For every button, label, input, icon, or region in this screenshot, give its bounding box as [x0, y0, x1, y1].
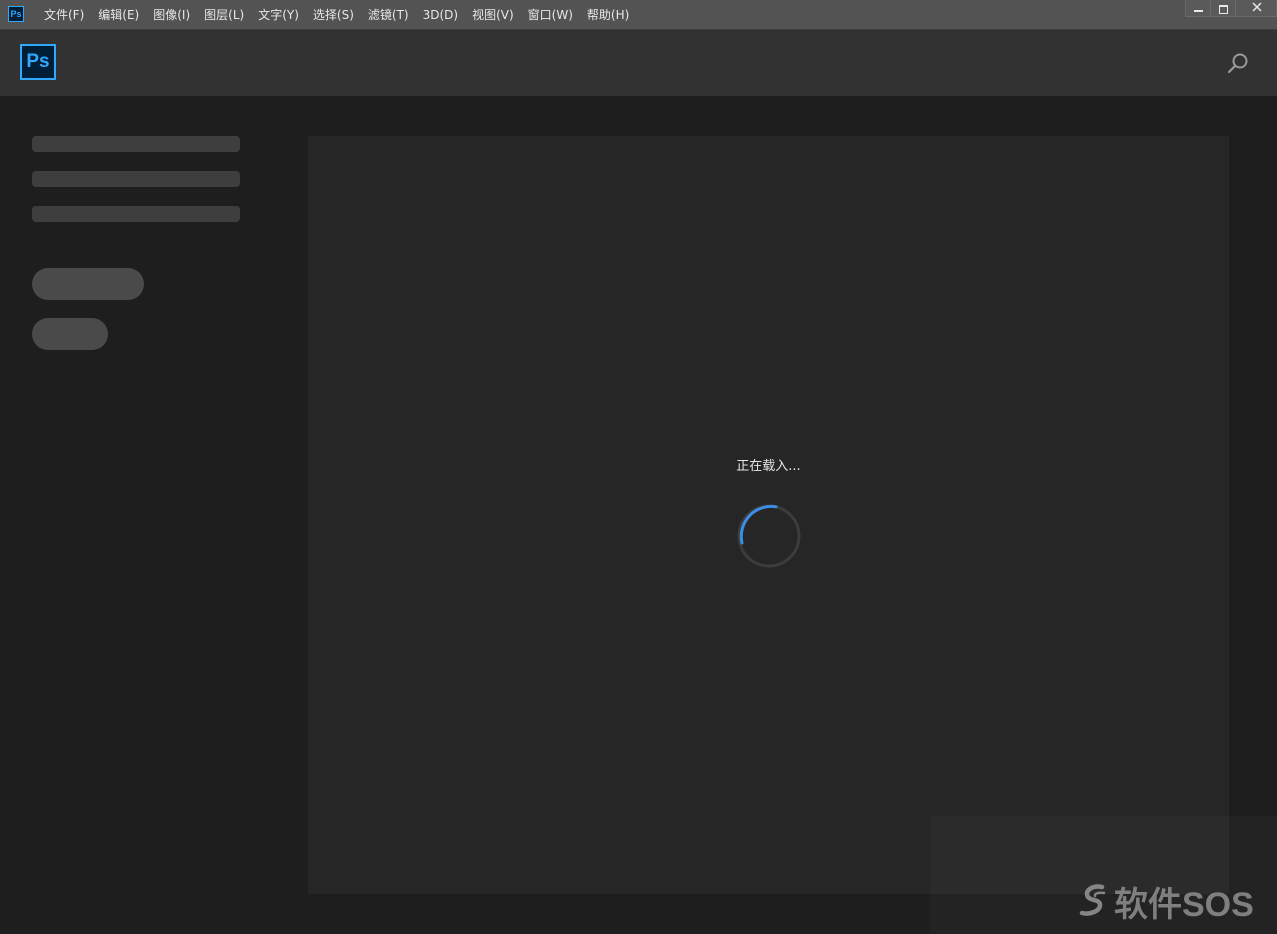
photoshop-logo: Ps [20, 44, 56, 80]
menu-item-help[interactable]: 帮助(H) [580, 0, 636, 30]
menu-item-image[interactable]: 图像(I) [146, 0, 197, 30]
menu-bar: Ps 文件(F) 编辑(E) 图像(I) 图层(L) 文字(Y) 选择(S) 滤… [0, 0, 1277, 30]
sidebar-placeholder-line [32, 136, 240, 152]
menu-item-type[interactable]: 文字(Y) [251, 0, 306, 30]
watermark-logo-icon [1079, 884, 1106, 916]
loading-text: 正在载入... [736, 459, 801, 474]
loading-spinner-icon [737, 504, 801, 568]
menu-item-file[interactable]: 文件(F) [37, 0, 91, 30]
watermark-text: 软件SOS [1114, 885, 1254, 924]
menu-item-3d[interactable]: 3D(D) [416, 0, 465, 30]
watermark: 软件SOS [1078, 880, 1254, 924]
window-controls [1185, 0, 1277, 17]
main-content-panel: 正在载入... [308, 136, 1229, 894]
menu-item-layer[interactable]: 图层(L) [197, 0, 251, 30]
menu-item-edit[interactable]: 编辑(E) [91, 0, 146, 30]
sidebar-placeholder-button [32, 268, 144, 300]
menu-item-view[interactable]: 视图(V) [465, 0, 521, 30]
home-header: Ps [0, 30, 1277, 96]
menu-item-window[interactable]: 窗口(W) [521, 0, 580, 30]
minimize-button[interactable] [1185, 0, 1211, 17]
maximize-button[interactable] [1210, 0, 1236, 17]
menu-item-filter[interactable]: 滤镜(T) [361, 0, 416, 30]
menu-item-select[interactable]: 选择(S) [306, 0, 361, 30]
menu-items: 文件(F) 编辑(E) 图像(I) 图层(L) 文字(Y) 选择(S) 滤镜(T… [37, 0, 636, 30]
search-icon[interactable] [1226, 52, 1250, 76]
close-button[interactable] [1235, 0, 1277, 17]
minimize-icon [1194, 10, 1203, 12]
sidebar-placeholder-button [32, 318, 108, 350]
maximize-icon [1219, 5, 1228, 14]
close-icon [1252, 2, 1262, 12]
sidebar-placeholder-line [32, 171, 240, 187]
photoshop-app-icon[interactable]: Ps [8, 6, 24, 22]
sidebar-placeholder-line [32, 206, 240, 222]
